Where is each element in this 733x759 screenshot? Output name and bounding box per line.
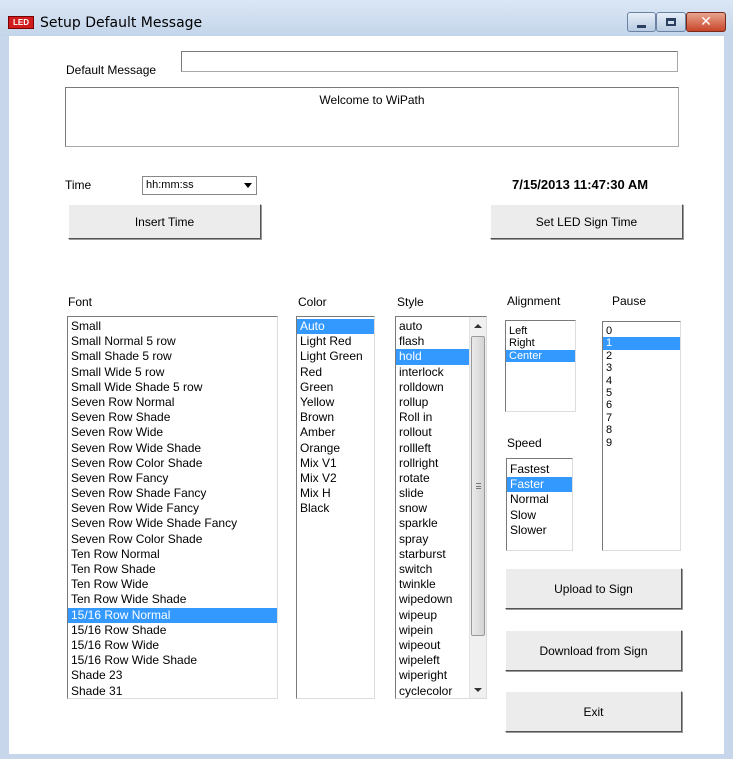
pause-list-item[interactable]: 0: [603, 325, 680, 337]
font-list-item[interactable]: Shade 31: [68, 684, 277, 699]
color-list-item[interactable]: Light Green: [297, 349, 374, 364]
chevron-down-icon[interactable]: [240, 178, 255, 193]
alignment-list-item[interactable]: Center: [506, 349, 575, 363]
speed-list-item[interactable]: Faster: [507, 477, 572, 493]
speed-list-item[interactable]: Slow: [507, 508, 572, 523]
style-list[interactable]: auto flash hold interlock rolldown rollup Roll…: [395, 316, 487, 699]
font-list-item[interactable]: Seven Row Wide Fancy: [68, 501, 277, 516]
font-list-item[interactable]: Small Wide 5 row: [68, 365, 277, 380]
color-list-item[interactable]: Red: [297, 365, 374, 380]
font-list-item[interactable]: Small: [68, 319, 277, 334]
color-list-item[interactable]: Orange: [297, 441, 374, 456]
message-text-area[interactable]: Welcome to WiPath: [65, 87, 679, 147]
default-message-label: Default Message: [66, 63, 157, 77]
default-message-input[interactable]: [181, 51, 678, 72]
grip-icon: [476, 483, 481, 489]
pause-list-item[interactable]: 2: [603, 350, 680, 362]
scrollbar-thumb[interactable]: [471, 336, 485, 636]
maximize-icon: [666, 18, 676, 26]
style-label: Style: [397, 295, 424, 309]
font-list-item[interactable]: Seven Row Wide Shade Fancy: [68, 516, 277, 531]
font-list-item[interactable]: Seven Row Wide Shade: [68, 441, 277, 456]
font-list-item[interactable]: Ten Row Wide: [68, 577, 277, 592]
font-list-item[interactable]: Small Normal 5 row: [68, 334, 277, 349]
speed-list-item[interactable]: Fastest: [507, 462, 572, 477]
window-title: Setup Default Message: [40, 15, 203, 31]
font-list-item[interactable]: Seven Row Fancy: [68, 471, 277, 486]
font-label: Font: [68, 295, 93, 309]
color-list-item[interactable]: Yellow: [297, 395, 374, 410]
pause-list-item[interactable]: 9: [603, 437, 680, 449]
color-list-item[interactable]: Mix V2: [297, 471, 374, 486]
font-list-item[interactable]: Seven Row Shade Fancy: [68, 486, 277, 501]
pause-list-item[interactable]: 3: [603, 362, 680, 374]
pause-list-item[interactable]: 7: [603, 412, 680, 424]
font-list-item[interactable]: Seven Row Color Shade: [68, 456, 277, 471]
upload-to-sign-button[interactable]: Upload to Sign: [505, 568, 682, 609]
current-datetime: 7/15/2013 11:47:30 AM: [512, 177, 649, 192]
setup-default-message-window: LED Setup Default Message ✕ Default Mess…: [0, 0, 733, 759]
alignment-list-item[interactable]: Left: [506, 325, 575, 337]
dialog-client-area: Default Message Welcome to WiPath Time h…: [9, 36, 724, 754]
color-list-item[interactable]: Auto: [297, 319, 374, 335]
close-button[interactable]: ✕: [686, 12, 726, 32]
font-list-item[interactable]: Ten Row Shade: [68, 562, 277, 577]
set-led-sign-time-button[interactable]: Set LED Sign Time: [490, 204, 683, 239]
color-list-item[interactable]: Amber: [297, 425, 374, 440]
color-list[interactable]: Auto Light Red Light Green Red Green Yellow Br…: [296, 316, 375, 699]
color-label: Color: [298, 295, 327, 309]
time-format-select[interactable]: hh:mm:ss: [142, 176, 257, 195]
pause-list-item[interactable]: 8: [603, 424, 680, 436]
font-list-item[interactable]: Shade 23: [68, 668, 277, 683]
pause-label: Pause: [612, 294, 647, 308]
color-list-item[interactable]: Brown: [297, 410, 374, 425]
alignment-list[interactable]: Left Right Center: [505, 320, 576, 412]
font-list-item[interactable]: Seven Row Shade: [68, 410, 277, 425]
pause-list-item[interactable]: 4: [603, 375, 680, 387]
download-from-sign-button[interactable]: Download from Sign: [505, 630, 682, 671]
close-icon: ✕: [700, 14, 712, 30]
minimize-icon: [637, 24, 646, 28]
pause-list[interactable]: 0123456789: [602, 321, 681, 551]
minimize-button[interactable]: [627, 12, 656, 32]
font-list-item[interactable]: Seven Row Color Shade: [68, 532, 277, 547]
font-list-item[interactable]: Small Wide Shade 5 row: [68, 380, 277, 395]
color-list-item[interactable]: Black: [297, 501, 374, 516]
font-list-item[interactable]: 15/16 Row Wide Shade: [68, 653, 277, 668]
alignment-label: Alignment: [507, 294, 561, 308]
alignment-list-item[interactable]: Right: [506, 337, 575, 349]
time-format-value: hh:mm:ss: [146, 179, 194, 191]
insert-time-button[interactable]: Insert Time: [68, 204, 261, 239]
speed-list-item[interactable]: Slower: [507, 523, 572, 538]
scroll-up-icon[interactable]: [470, 317, 486, 334]
title-bar[interactable]: LED Setup Default Message ✕: [0, 0, 733, 36]
time-label: Time: [65, 178, 92, 192]
speed-list[interactable]: Fastest Faster Normal Slow Slower: [506, 458, 573, 551]
scroll-down-icon[interactable]: [470, 681, 486, 698]
pause-list-item[interactable]: 6: [603, 399, 680, 411]
maximize-button[interactable]: [656, 12, 686, 32]
exit-button[interactable]: Exit: [505, 691, 682, 732]
font-list-item[interactable]: 15/16 Row Normal: [68, 607, 277, 623]
font-list-item[interactable]: Ten Row Wide Shade: [68, 592, 277, 607]
color-list-item[interactable]: Mix H: [297, 486, 374, 501]
font-list-item[interactable]: 15/16 Row Wide: [68, 638, 277, 653]
font-list-item[interactable]: Seven Row Wide: [68, 425, 277, 440]
color-list-item[interactable]: Mix V1: [297, 456, 374, 471]
font-list[interactable]: Small Small Normal 5 row Small Shade 5 row…: [67, 316, 278, 699]
color-list-item[interactable]: Green: [297, 380, 374, 395]
pause-list-item[interactable]: 5: [603, 387, 680, 399]
style-list-scrollbar[interactable]: [469, 317, 486, 698]
font-list-item[interactable]: Ten Row Normal: [68, 547, 277, 562]
font-list-item[interactable]: Small Shade 5 row: [68, 349, 277, 364]
pause-list-item[interactable]: 1: [603, 337, 680, 350]
speed-list-item[interactable]: Normal: [507, 492, 572, 507]
font-list-item[interactable]: 15/16 Row Shade: [68, 623, 277, 638]
led-app-icon: LED: [8, 16, 34, 29]
color-list-item[interactable]: Light Red: [297, 334, 374, 349]
speed-label: Speed: [507, 436, 542, 450]
font-list-item[interactable]: Seven Row Normal: [68, 395, 277, 410]
message-text: Welcome to WiPath: [319, 93, 425, 107]
